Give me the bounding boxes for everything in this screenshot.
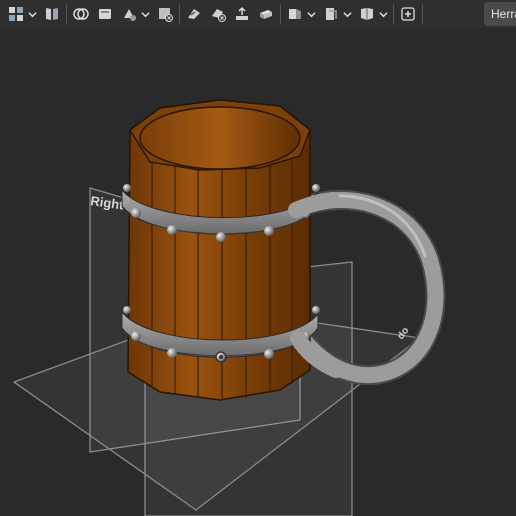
- toolbar-separator: [179, 4, 180, 24]
- scene: Right do: [12, 99, 446, 516]
- fit-all-icon[interactable]: [357, 3, 377, 25]
- delete-shape-icon[interactable]: [155, 3, 175, 25]
- section-icon[interactable]: [256, 3, 276, 25]
- remove-icon[interactable]: [208, 3, 228, 25]
- 3d-viewport[interactable]: Right do: [0, 28, 516, 516]
- chevron-down-icon[interactable]: [305, 3, 317, 25]
- toolbar-separator: [66, 4, 67, 24]
- toolbar: Herra: [0, 0, 516, 28]
- workbench-selector[interactable]: Herra: [484, 2, 516, 26]
- shapes-icon[interactable]: [119, 3, 139, 25]
- document-view-icon[interactable]: [321, 3, 341, 25]
- mug-opening: [139, 106, 301, 170]
- toolbar-separator: [422, 4, 423, 24]
- book-icon[interactable]: [42, 3, 62, 25]
- chevron-down-icon[interactable]: [377, 3, 389, 25]
- toolbar-separator: [393, 4, 394, 24]
- part-icon[interactable]: [6, 3, 26, 25]
- chevron-down-icon[interactable]: [139, 3, 151, 25]
- chevron-down-icon[interactable]: [341, 3, 353, 25]
- boolean-icon[interactable]: [71, 3, 91, 25]
- add-view-icon[interactable]: [398, 3, 418, 25]
- sketch-icon[interactable]: [95, 3, 115, 25]
- view-icon[interactable]: [285, 3, 305, 25]
- export-icon[interactable]: [232, 3, 252, 25]
- toolbar-separator: [280, 4, 281, 24]
- measure-icon[interactable]: [184, 3, 204, 25]
- chevron-down-icon[interactable]: [26, 3, 38, 25]
